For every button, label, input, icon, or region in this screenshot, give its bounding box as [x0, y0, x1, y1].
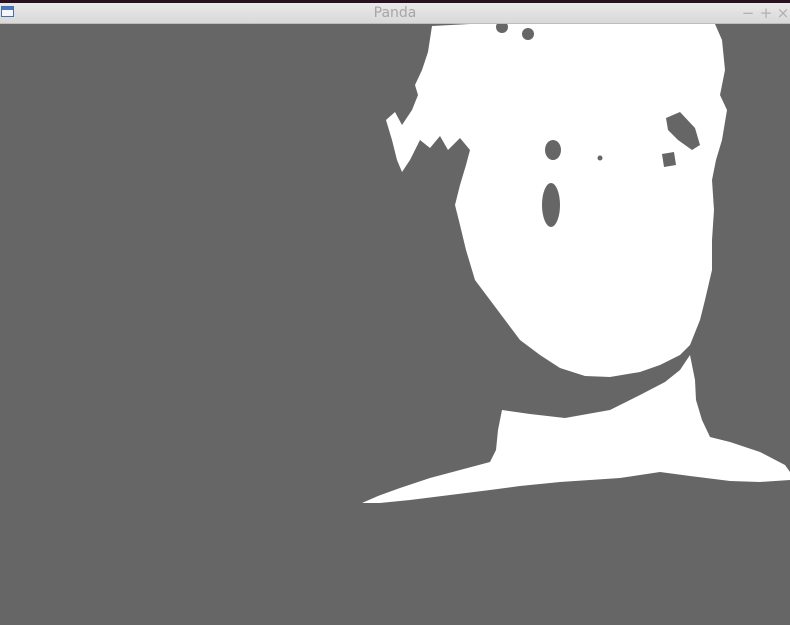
- shoulders-silhouette: [362, 355, 790, 503]
- render-viewport[interactable]: [0, 24, 790, 625]
- close-button[interactable]: ×: [775, 4, 790, 22]
- threshold-silhouette: [362, 24, 790, 503]
- dark-spot-small: [597, 155, 603, 161]
- minimize-button[interactable]: −: [740, 4, 756, 22]
- dark-spot-nose: [542, 183, 560, 227]
- panda-window: Panda − + ×: [0, 0, 790, 625]
- maximize-button[interactable]: +: [758, 4, 774, 22]
- dark-spot-top-2: [522, 28, 534, 40]
- title-bar[interactable]: Panda − + ×: [0, 3, 790, 24]
- dark-spot-right-eye: [662, 152, 676, 167]
- dark-spot-left-eye: [545, 140, 561, 160]
- window-title: Panda: [373, 5, 417, 21]
